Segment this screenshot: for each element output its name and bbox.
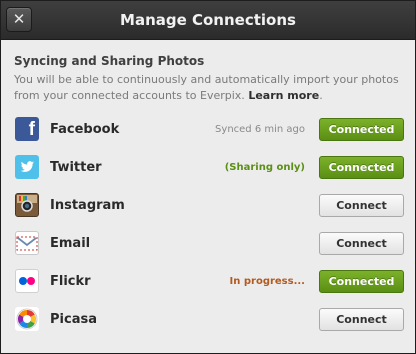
service-row-email: Email Connect <box>1 225 415 263</box>
dialog-titlebar: ✕ Manage Connections <box>1 1 415 40</box>
service-row-twitter: Twitter (Sharing only) Connected <box>1 149 415 187</box>
service-name: Email <box>50 236 91 251</box>
service-row-picasa: Picasa Connect <box>1 301 415 339</box>
service-name: Instagram <box>50 198 125 213</box>
service-status: Synced 6 min ago <box>215 124 305 135</box>
email-connect-button[interactable]: Connect <box>319 232 404 255</box>
service-row-instagram: Instagram Connect <box>1 187 415 225</box>
learn-more-link[interactable]: Learn more <box>248 89 319 102</box>
picasa-icon <box>15 307 39 331</box>
instagram-icon <box>15 193 39 217</box>
facebook-connected-button[interactable]: Connected <box>319 118 404 141</box>
service-row-flickr: Flickr In progress... Connected <box>1 263 415 301</box>
flickr-icon <box>15 269 39 293</box>
picasa-connect-button[interactable]: Connect <box>319 308 404 331</box>
service-name: Flickr <box>50 274 91 289</box>
flickr-connected-button[interactable]: Connected <box>319 270 404 293</box>
service-name: Facebook <box>50 122 120 137</box>
service-status: (Sharing only) <box>224 162 305 173</box>
service-status: In progress... <box>229 276 305 287</box>
email-icon <box>15 231 39 255</box>
section-heading: Syncing and Sharing Photos <box>14 54 205 68</box>
twitter-icon <box>15 155 39 179</box>
facebook-icon: f <box>15 117 39 141</box>
service-name: Picasa <box>50 312 97 327</box>
dialog-title: Manage Connections <box>120 11 296 29</box>
instagram-connect-button[interactable]: Connect <box>319 194 404 217</box>
manage-connections-dialog: ✕ Manage Connections Syncing and Sharing… <box>0 0 416 354</box>
service-row-facebook: f Facebook Synced 6 min ago Connected <box>1 111 415 149</box>
service-name: Twitter <box>50 160 102 175</box>
section-description: You will be able to continuously and aut… <box>14 73 399 102</box>
twitter-connected-button[interactable]: Connected <box>319 156 404 179</box>
